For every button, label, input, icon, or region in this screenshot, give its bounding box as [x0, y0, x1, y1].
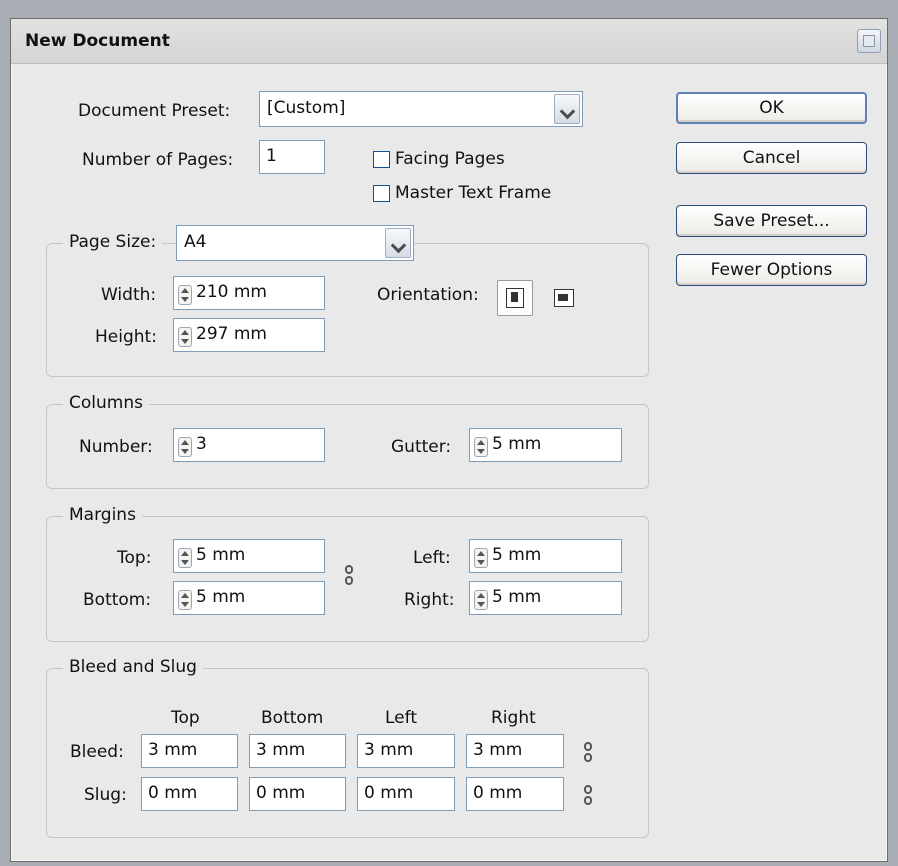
margin-top-value: 5 mm	[196, 545, 246, 565]
width-value: 210 mm	[196, 282, 267, 302]
bleed-label: Bleed:	[70, 742, 124, 762]
fewer-options-button[interactable]: Fewer Options	[676, 254, 867, 286]
number-of-pages-input[interactable]: 1	[259, 140, 325, 174]
window-menu-icon[interactable]	[857, 29, 881, 53]
height-input[interactable]: 297 mm	[173, 318, 325, 352]
page-size-label: Page Size:	[63, 232, 163, 252]
gutter-input[interactable]: 5 mm	[469, 428, 622, 462]
spinner-arrows-icon[interactable]	[474, 590, 488, 610]
margin-bottom-input[interactable]: 5 mm	[173, 581, 325, 615]
margin-top-label: Top:	[117, 548, 152, 568]
master-text-frame-label: Master Text Frame	[395, 183, 552, 203]
margin-left-value: 5 mm	[492, 545, 542, 565]
portrait-orientation-button[interactable]	[497, 280, 533, 316]
margin-bottom-label: Bottom:	[83, 590, 152, 610]
columns-number-value: 3	[196, 434, 207, 454]
page-size-select[interactable]: A4	[176, 225, 414, 261]
chevron-down-icon[interactable]	[554, 94, 580, 124]
margin-right-value: 5 mm	[492, 587, 542, 607]
margin-right-label: Right:	[404, 590, 455, 610]
chain-link-icon[interactable]	[581, 742, 595, 762]
cancel-button[interactable]: Cancel	[676, 142, 867, 174]
portrait-orientation-icon	[506, 288, 524, 308]
columns-number-label: Number:	[79, 437, 153, 457]
landscape-orientation-button[interactable]	[554, 289, 574, 307]
title-bar: New Document	[11, 19, 887, 64]
width-input[interactable]: 210 mm	[173, 276, 325, 310]
bleed-top-input[interactable]: 3 mm	[141, 734, 238, 768]
gutter-label: Gutter:	[391, 437, 452, 457]
gutter-value: 5 mm	[492, 434, 542, 454]
column-header-bottom: Bottom	[261, 708, 324, 728]
orientation-label: Orientation:	[377, 285, 479, 305]
document-preset-label: Document Preset:	[78, 101, 231, 121]
columns-number-input[interactable]: 3	[173, 428, 325, 462]
page-size-value: A4	[184, 232, 207, 252]
columns-legend: Columns	[63, 393, 149, 413]
number-of-pages-label: Number of Pages:	[82, 150, 234, 170]
landscape-orientation-icon	[554, 289, 574, 307]
dialog-title: New Document	[25, 31, 170, 51]
chain-link-icon[interactable]	[342, 565, 356, 585]
spinner-arrows-icon[interactable]	[178, 548, 192, 568]
facing-pages-label: Facing Pages	[395, 149, 505, 169]
slug-top-input[interactable]: 0 mm	[141, 777, 238, 811]
bleed-bottom-input[interactable]: 3 mm	[249, 734, 346, 768]
slug-right-input[interactable]: 0 mm	[466, 777, 564, 811]
bleed-left-input[interactable]: 3 mm	[357, 734, 455, 768]
margin-left-label: Left:	[413, 548, 451, 568]
bleed-right-input[interactable]: 3 mm	[466, 734, 564, 768]
master-text-frame-checkbox[interactable]	[373, 185, 390, 202]
column-header-left: Left	[385, 708, 417, 728]
slug-bottom-input[interactable]: 0 mm	[249, 777, 346, 811]
margin-left-input[interactable]: 5 mm	[469, 539, 622, 573]
spinner-arrows-icon[interactable]	[178, 437, 192, 457]
facing-pages-checkbox[interactable]	[373, 151, 390, 168]
page-size-group	[46, 243, 649, 377]
slug-label: Slug:	[84, 785, 127, 805]
spinner-arrows-icon[interactable]	[474, 437, 488, 457]
slug-left-input[interactable]: 0 mm	[357, 777, 455, 811]
margin-top-input[interactable]: 5 mm	[173, 539, 325, 573]
margins-legend: Margins	[63, 505, 142, 525]
document-preset-select[interactable]: [Custom]	[259, 91, 583, 127]
height-label: Height:	[95, 327, 157, 347]
width-label: Width:	[101, 285, 157, 305]
margin-right-input[interactable]: 5 mm	[469, 581, 622, 615]
spinner-arrows-icon[interactable]	[178, 327, 192, 347]
spinner-arrows-icon[interactable]	[474, 548, 488, 568]
height-value: 297 mm	[196, 324, 267, 344]
chevron-down-icon[interactable]	[385, 228, 411, 258]
chain-link-icon[interactable]	[581, 785, 595, 805]
column-header-top: Top	[171, 708, 200, 728]
spinner-arrows-icon[interactable]	[178, 285, 192, 305]
bleed-slug-legend: Bleed and Slug	[63, 657, 203, 677]
document-preset-value: [Custom]	[267, 98, 346, 118]
spinner-arrows-icon[interactable]	[178, 590, 192, 610]
column-header-right: Right	[491, 708, 536, 728]
margin-bottom-value: 5 mm	[196, 587, 246, 607]
save-preset-button[interactable]: Save Preset...	[676, 205, 867, 237]
new-document-dialog: New Document Document Preset: [Custom] N…	[10, 18, 888, 862]
ok-button[interactable]: OK	[676, 92, 867, 124]
